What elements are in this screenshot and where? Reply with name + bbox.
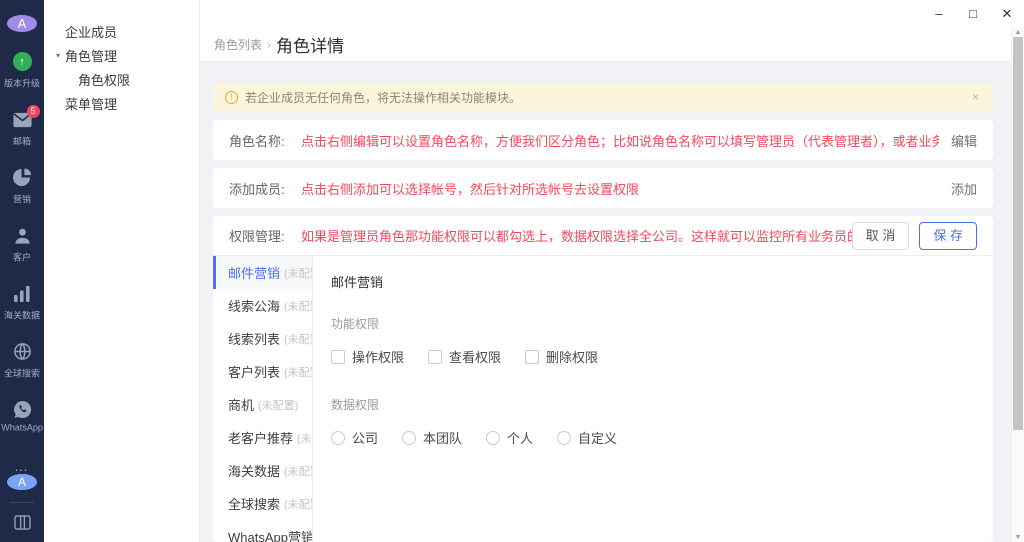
checkbox-icon <box>331 350 345 364</box>
tab-customer-list[interactable]: 客户列表 (未配置) <box>213 355 312 388</box>
warning-text: 若企业成员无任何角色，将无法操作相关功能模块。 <box>245 89 521 106</box>
checkbox-delete-permission[interactable]: 删除权限 <box>525 347 598 366</box>
sidebar-item-mail[interactable]: 5 邮箱 <box>12 110 32 148</box>
module-tabs: 邮件营销 (未配置) 线索公海 (未配置) 线索列表 (未配置) 客户列表 <box>213 256 313 542</box>
role-name-label: 角色名称: <box>229 131 301 150</box>
scroll-up-icon[interactable]: ▲ <box>1012 29 1024 36</box>
cancel-button[interactable]: 取 消 <box>852 222 910 250</box>
radio-icon <box>331 431 345 445</box>
maximize-button[interactable]: □ <box>956 0 990 28</box>
sidebar-item-customers[interactable]: 客户 <box>12 226 32 264</box>
checkbox-view-permission[interactable]: 查看权限 <box>428 347 501 366</box>
panel-title: 邮件营销 <box>331 272 973 291</box>
tab-whatsapp-marketing[interactable]: WhatsApp营销 (未配置) <box>213 520 312 542</box>
add-member-card: 添加成员: 点击右侧添加可以选择帐号，然后针对所选帐号去设置权限 添加 <box>213 168 993 208</box>
radio-company[interactable]: 公司 <box>331 428 378 447</box>
main-area: – □ ✕ 角色列表 › 角色详情 ! 若企业成员无任何角色，将无法操作相关功能… <box>200 0 1024 542</box>
icon-rail: A ↑ 版本升级 5 邮箱 营销 <box>0 0 44 542</box>
radio-icon <box>486 431 500 445</box>
warning-icon: ! <box>225 91 238 104</box>
scroll-down-icon[interactable]: ▼ <box>1012 534 1024 541</box>
permission-card: 权限管理: 如果是管理员角色那功能权限可以都勾选上，数据权限选择全公司。这样就可… <box>213 216 993 542</box>
sidebar-item-enterprise-members[interactable]: 企业成员 <box>44 19 199 43</box>
tab-lead-pool[interactable]: 线索公海 (未配置) <box>213 289 312 322</box>
role-name-card: 角色名称: 点击右侧编辑可以设置角色名称，方便我们区分角色；比如说角色名称可以填… <box>213 120 993 160</box>
tab-old-customer-recommend[interactable]: 老客户推荐 (未配置) <box>213 421 312 454</box>
permission-panel: 邮件营销 功能权限 操作权限 查看权限 <box>313 256 993 542</box>
tab-global-search[interactable]: 全球搜索 (未配置) <box>213 487 312 520</box>
window-titlebar: – □ ✕ <box>200 0 1024 28</box>
close-button[interactable]: ✕ <box>990 0 1024 28</box>
data-permission-label: 数据权限 <box>331 396 973 413</box>
function-permission-label: 功能权限 <box>331 315 973 332</box>
layout-grid-icon[interactable] <box>14 515 31 530</box>
breadcrumb: 角色列表 › 角色详情 <box>200 28 1024 62</box>
settings-sidebar: 企业成员 ▾ 角色管理 角色权限 菜单管理 <box>44 0 200 542</box>
add-link[interactable]: 添加 <box>939 179 977 198</box>
avatar[interactable]: A <box>7 15 37 32</box>
tab-customs-data[interactable]: 海关数据 (未配置) <box>213 454 312 487</box>
checkbox-icon <box>525 350 539 364</box>
chevron-down-icon: ▾ <box>56 51 65 60</box>
rail-divider <box>10 502 34 503</box>
permission-hint: 如果是管理员角色那功能权限可以都勾选上，数据权限选择全公司。这样就可以监控所有业… <box>301 226 852 245</box>
mail-icon: 5 <box>13 110 32 130</box>
permission-label: 权限管理: <box>229 226 301 245</box>
avatar-bottom[interactable]: A <box>7 474 37 491</box>
pie-chart-icon <box>13 168 32 188</box>
app-window: A ↑ 版本升级 5 邮箱 营销 <box>0 0 1024 542</box>
sidebar-item-role-permission[interactable]: 角色权限 <box>44 67 199 91</box>
checkbox-icon <box>428 350 442 364</box>
breadcrumb-separator: › <box>267 38 271 52</box>
radio-icon <box>557 431 571 445</box>
sidebar-item-marketing[interactable]: 营销 <box>12 168 32 206</box>
edit-link[interactable]: 编辑 <box>939 131 977 150</box>
radio-icon <box>402 431 416 445</box>
sidebar-item-upgrade[interactable]: ↑ 版本升级 <box>2 52 42 90</box>
permission-header: 权限管理: 如果是管理员角色那功能权限可以都勾选上，数据权限选择全公司。这样就可… <box>213 216 993 256</box>
more-icon[interactable]: … <box>14 458 30 474</box>
add-member-label: 添加成员: <box>229 179 301 198</box>
scrollbar-thumb[interactable] <box>1013 37 1023 430</box>
function-permission-options: 操作权限 查看权限 删除权限 <box>331 347 973 366</box>
vertical-scrollbar[interactable]: ▲ ▼ <box>1011 28 1024 542</box>
permission-body: 邮件营销 (未配置) 线索公海 (未配置) 线索列表 (未配置) 客户列表 <box>213 256 993 542</box>
tab-opportunity[interactable]: 商机 (未配置) <box>213 388 312 421</box>
sidebar-item-whatsapp[interactable]: WhatsApp <box>0 400 45 434</box>
sidebar-item-role-management[interactable]: ▾ 角色管理 <box>44 43 199 67</box>
bar-chart-icon <box>13 284 31 304</box>
upgrade-icon: ↑ <box>13 52 32 72</box>
radio-custom[interactable]: 自定义 <box>557 428 617 447</box>
warning-banner: ! 若企业成员无任何角色，将无法操作相关功能模块。 × <box>213 83 993 111</box>
sidebar-item-customs-data[interactable]: 海关数据 <box>2 284 42 322</box>
save-button[interactable]: 保 存 <box>919 222 977 250</box>
role-name-hint: 点击右侧编辑可以设置角色名称，方便我们区分角色；比如说角色名称可以填写管理员（代… <box>301 131 939 150</box>
radio-personal[interactable]: 个人 <box>486 428 533 447</box>
mail-badge: 5 <box>27 105 40 118</box>
minimize-button[interactable]: – <box>922 0 956 28</box>
content-area: ! 若企业成员无任何角色，将无法操作相关功能模块。 × 角色名称: 点击右侧编辑… <box>200 62 1024 542</box>
sidebar-item-menu-management[interactable]: 菜单管理 <box>44 91 199 115</box>
person-icon <box>13 226 32 246</box>
add-member-hint: 点击右侧添加可以选择帐号，然后针对所选帐号去设置权限 <box>301 179 639 198</box>
tab-lead-list[interactable]: 线索列表 (未配置) <box>213 322 312 355</box>
page-title: 角色详情 <box>276 32 344 57</box>
sidebar-item-global-search[interactable]: 全球搜索 <box>2 342 42 380</box>
whatsapp-icon <box>13 400 32 420</box>
banner-close-icon[interactable]: × <box>970 90 981 104</box>
globe-icon <box>13 342 32 362</box>
tab-email-marketing[interactable]: 邮件营销 (未配置) <box>213 256 312 289</box>
data-permission-options: 公司 本团队 个人 自 <box>331 428 973 447</box>
checkbox-operate-permission[interactable]: 操作权限 <box>331 347 404 366</box>
breadcrumb-role-list[interactable]: 角色列表 <box>214 36 262 53</box>
radio-team[interactable]: 本团队 <box>402 428 462 447</box>
